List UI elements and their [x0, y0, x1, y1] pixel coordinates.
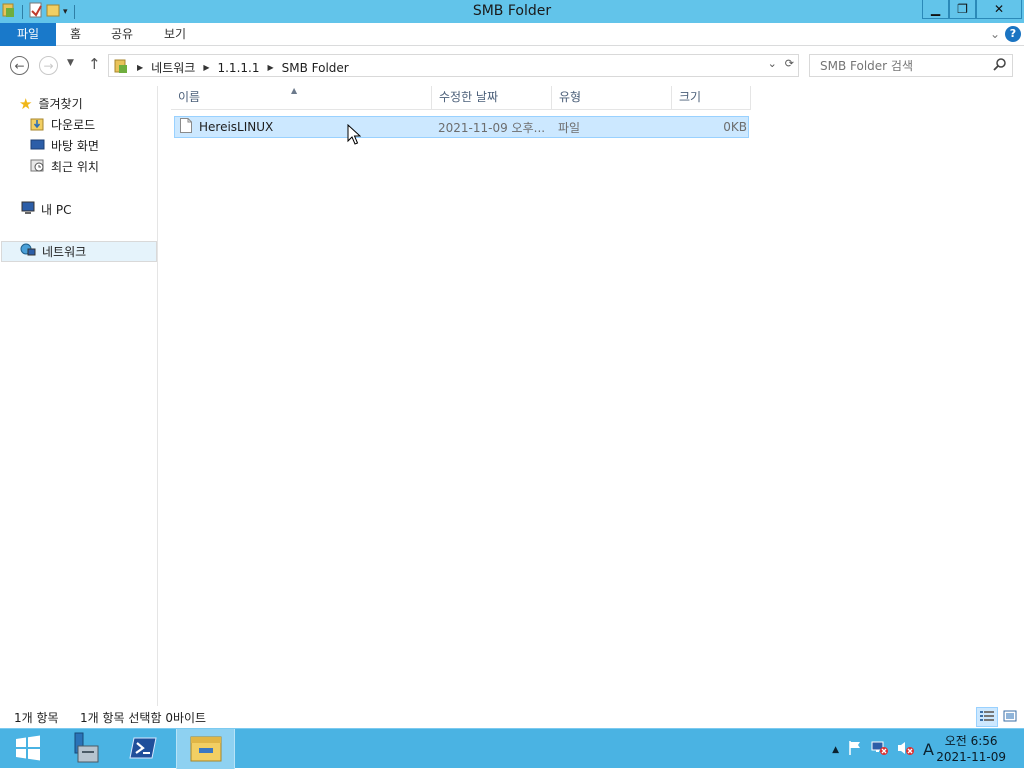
- computer-icon: [19, 201, 35, 219]
- file-explorer-icon: [189, 733, 223, 766]
- clock-date: 2021-11-09: [936, 750, 1006, 764]
- tab-view[interactable]: 보기: [164, 23, 186, 46]
- nav-item-downloads[interactable]: 다운로드: [30, 114, 95, 135]
- restore-icon: ❐: [957, 2, 968, 16]
- downloads-folder-icon: [30, 116, 45, 134]
- back-button[interactable]: ←: [10, 56, 29, 75]
- file-type: 파일: [558, 120, 581, 135]
- address-history-chevron-icon[interactable]: ⌄: [768, 57, 777, 70]
- forward-button[interactable]: →: [39, 56, 58, 75]
- file-modified: 2021-11-09 오후...: [438, 120, 546, 135]
- expand-ribbon-chevron-icon[interactable]: ⌄: [990, 27, 1000, 41]
- file-size: 0KB: [723, 120, 747, 134]
- file-explorer-taskbar-button[interactable]: [176, 729, 235, 769]
- server-manager-icon: [65, 732, 99, 767]
- start-button[interactable]: [0, 729, 56, 769]
- restore-button[interactable]: ❐: [949, 0, 976, 19]
- details-view-icon: [980, 710, 994, 725]
- file-icon: [175, 118, 199, 136]
- navigation-pane: ★ 즐겨찾기 다운로드 바탕 화면 최근 위치 내 PC 네트워크: [0, 86, 158, 706]
- breadcrumb-separator-icon[interactable]: ▶: [137, 63, 143, 72]
- close-button[interactable]: ✕: [976, 0, 1022, 19]
- nav-item-network[interactable]: 네트워크: [1, 241, 157, 262]
- address-row: ← → ▼ ↑ ▶ 네트워크 ▶ 1.1.1.1 ▶ SMB Folder ⌄ …: [0, 46, 1024, 86]
- search-input[interactable]: [810, 55, 980, 76]
- breadcrumb-folder[interactable]: SMB Folder: [282, 61, 349, 75]
- large-icons-view-icon: [1003, 710, 1017, 725]
- ribbon: 파일 홈 공유 보기 ⌄ ?: [0, 23, 1024, 46]
- nav-item-this-pc[interactable]: 내 PC: [19, 199, 71, 220]
- nav-label: 다운로드: [51, 118, 96, 132]
- nav-label: 내 PC: [41, 203, 72, 217]
- action-center-flag-icon[interactable]: [847, 740, 863, 759]
- column-header-row: ▲ 이름 수정한 날짜 유형 크기: [171, 86, 751, 110]
- minimize-icon: ▁: [930, 2, 941, 16]
- search-icon[interactable]: [993, 58, 1006, 74]
- recent-places-icon: [30, 158, 45, 176]
- desktop-icon: [30, 137, 45, 155]
- column-header-name[interactable]: ▲ 이름: [171, 86, 432, 110]
- column-header-modified[interactable]: 수정한 날짜: [432, 86, 552, 110]
- server-manager-taskbar-button[interactable]: [54, 729, 110, 769]
- nav-item-desktop[interactable]: 바탕 화면: [30, 135, 99, 156]
- minimize-button[interactable]: ▁: [922, 0, 949, 19]
- recent-locations-chevron-icon[interactable]: ▼: [67, 58, 74, 68]
- nav-label: 즐겨찾기: [38, 97, 83, 111]
- breadcrumb-separator-icon[interactable]: ▶: [267, 63, 273, 72]
- up-arrow-icon: ↑: [88, 55, 101, 73]
- up-button[interactable]: ↑: [88, 55, 101, 73]
- powershell-taskbar-button[interactable]: [115, 729, 171, 769]
- breadcrumb-separator-icon[interactable]: ▶: [203, 63, 209, 72]
- mouse-cursor-icon: [347, 123, 362, 149]
- status-bar: 1개 항목 1개 항목 선택함 0바이트: [0, 706, 1024, 728]
- large-icons-view-button[interactable]: [999, 707, 1021, 727]
- item-count: 1개 항목: [14, 711, 59, 725]
- breadcrumb-network[interactable]: 네트워크: [151, 59, 195, 76]
- search-box[interactable]: [809, 54, 1013, 77]
- nav-label: 네트워크: [42, 245, 87, 259]
- file-list-view: ▲ 이름 수정한 날짜 유형 크기 HereisLINUX 2021-11-09…: [159, 86, 1024, 706]
- system-tray: ▲ A: [832, 740, 934, 759]
- breadcrumb-host[interactable]: 1.1.1.1: [217, 61, 259, 75]
- tab-file[interactable]: 파일: [0, 23, 56, 46]
- selection-info: 1개 항목 선택함 0바이트: [80, 711, 207, 725]
- file-name: HereisLINUX: [199, 120, 274, 134]
- tab-share[interactable]: 공유: [111, 23, 133, 46]
- forward-arrow-icon: →: [43, 58, 54, 73]
- table-row[interactable]: HereisLINUX 2021-11-09 오후... 파일 0KB: [174, 116, 749, 138]
- clock[interactable]: 오전 6:56 2021-11-09: [936, 733, 1006, 765]
- star-icon: ★: [19, 94, 33, 113]
- clock-time: 오전 6:56: [944, 734, 998, 748]
- back-arrow-icon: ←: [14, 58, 25, 73]
- ime-indicator[interactable]: A: [923, 740, 934, 759]
- nav-item-favorites[interactable]: ★ 즐겨찾기: [19, 93, 83, 114]
- network-status-icon[interactable]: [871, 740, 889, 759]
- network-location-icon: [113, 58, 129, 77]
- column-header-type[interactable]: 유형: [552, 86, 672, 110]
- tab-home[interactable]: 홈: [70, 23, 81, 46]
- taskbar: ▲ A 오전 6:56 2021-11-09: [0, 728, 1024, 769]
- help-button[interactable]: ?: [1005, 26, 1021, 42]
- nav-label: 최근 위치: [51, 160, 99, 174]
- details-view-button[interactable]: [976, 707, 998, 727]
- network-icon: [20, 243, 36, 261]
- column-header-size[interactable]: 크기: [672, 86, 751, 110]
- powershell-icon: [129, 736, 157, 763]
- close-icon: ✕: [993, 2, 1005, 16]
- title-bar: ▾ SMB Folder ▁ ❐ ✕: [0, 0, 1024, 23]
- volume-muted-icon[interactable]: [897, 740, 915, 759]
- refresh-icon[interactable]: ⟳: [785, 57, 794, 70]
- nav-label: 바탕 화면: [51, 139, 99, 153]
- windows-logo-icon: [15, 735, 41, 764]
- show-hidden-icons-icon[interactable]: ▲: [832, 745, 839, 755]
- nav-item-recent[interactable]: 최근 위치: [30, 156, 99, 177]
- sort-ascending-icon: ▲: [291, 86, 298, 95]
- window-title: SMB Folder: [472, 3, 552, 19]
- address-bar[interactable]: ▶ 네트워크 ▶ 1.1.1.1 ▶ SMB Folder ⌄ ⟳: [108, 54, 799, 77]
